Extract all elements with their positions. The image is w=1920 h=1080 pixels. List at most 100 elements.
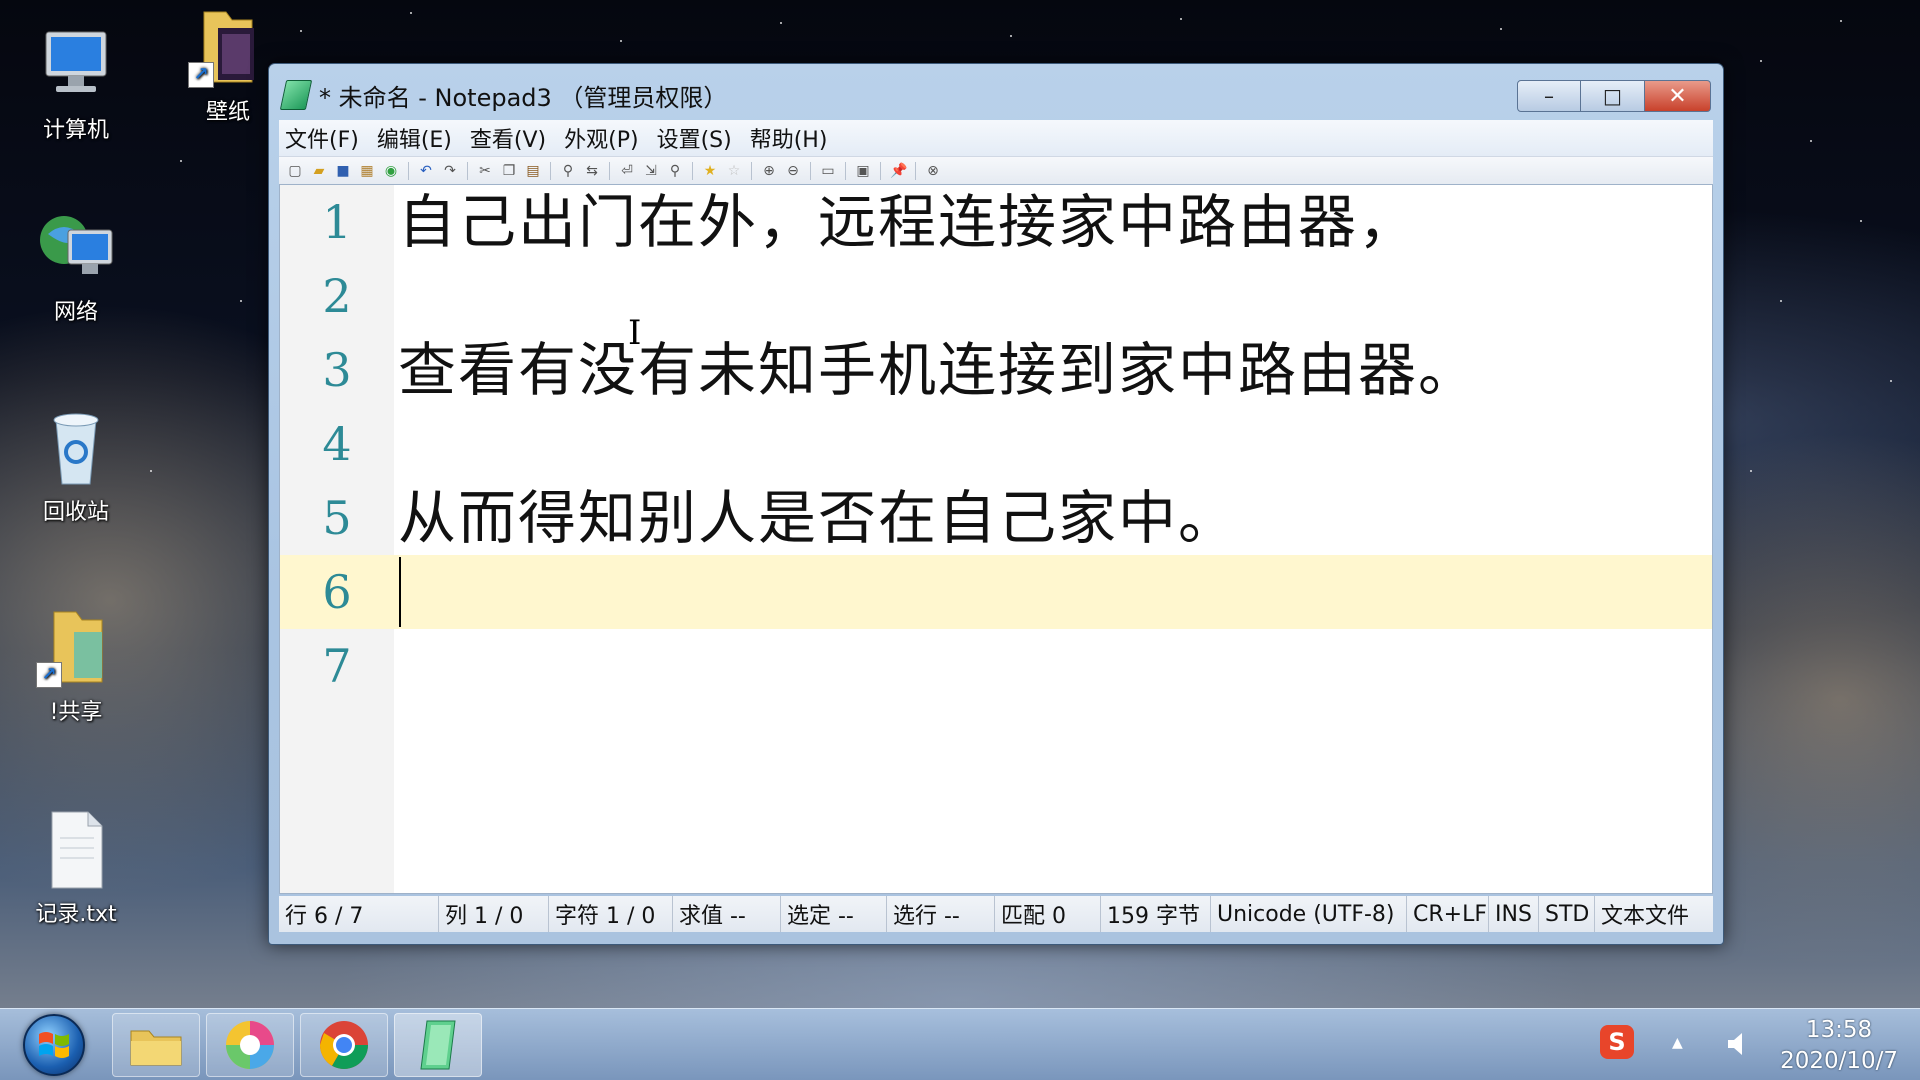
add-favorite-icon[interactable]: ☆ xyxy=(726,163,742,179)
recycle-bin-icon xyxy=(34,406,118,490)
menu-view[interactable]: 查看(V) xyxy=(470,122,546,154)
start-button[interactable] xyxy=(14,1013,94,1077)
scheme-icon[interactable]: ▭ xyxy=(820,163,836,179)
close-button[interactable]: ✕ xyxy=(1645,80,1711,112)
status-chars: 字符 1 / 0 xyxy=(549,896,673,932)
editor-line: 5 从而得知别人是否在自己家中。 xyxy=(280,481,1712,555)
line-number: 5 xyxy=(322,491,352,545)
save-as-icon[interactable]: ▦ xyxy=(359,163,375,179)
copy-icon[interactable]: ❐ xyxy=(501,163,517,179)
status-bar: 行 6 / 7 列 1 / 0 字符 1 / 0 求值 -- 选定 -- 选行 … xyxy=(279,896,1713,932)
zoom-in-icon[interactable]: ⊕ xyxy=(761,163,777,179)
cut-icon[interactable]: ✂ xyxy=(477,163,493,179)
desktop-icon-label: 回收站 xyxy=(42,500,109,525)
menu-settings[interactable]: 设置(S) xyxy=(657,122,732,154)
screen-icon[interactable]: ▣ xyxy=(855,163,871,179)
open-folder-icon[interactable]: ▰ xyxy=(311,163,327,179)
title-bar[interactable]: * 未命名 - Notepad3 （管理员权限） – □ ✕ xyxy=(269,64,1723,120)
folder-shortcut-icon: ↗ xyxy=(186,6,270,90)
status-match: 匹配 0 xyxy=(995,896,1101,932)
zoom-out-icon[interactable]: ⊖ xyxy=(785,163,801,179)
taskbar-chrome[interactable] xyxy=(300,1013,388,1077)
desktop-icon-network[interactable]: 网络 xyxy=(16,206,136,326)
toolbar-separator xyxy=(550,161,551,180)
paste-icon[interactable]: ▤ xyxy=(525,163,541,179)
status-encoding[interactable]: Unicode (UTF-8) xyxy=(1211,896,1407,932)
favorite-star-icon[interactable]: ★ xyxy=(702,163,718,179)
window-title: * 未命名 - Notepad3 （管理员权限） xyxy=(319,84,728,112)
desktop-icon-computer[interactable]: 计算机 xyxy=(16,24,136,144)
status-eol[interactable]: CR+LF xyxy=(1407,896,1489,932)
undo-icon[interactable]: ↶ xyxy=(418,163,434,179)
window-controls: – □ ✕ xyxy=(1517,80,1711,112)
status-selected-lines: 选行 -- xyxy=(887,896,995,932)
ime-sogou-icon[interactable]: S xyxy=(1600,1025,1634,1059)
clock-time: 13:58 xyxy=(1805,1017,1873,1043)
minimize-button[interactable]: – xyxy=(1517,80,1581,112)
toolbar-separator xyxy=(810,161,811,180)
menu-bar: 文件(F) 编辑(E) 查看(V) 外观(P) 设置(S) 帮助(H) xyxy=(279,120,1713,156)
editor-line: 3 查看有没有未知手机连接到家中路由器。 xyxy=(280,333,1712,407)
toolbar: ▢ ▰ ■ ▦ ◉ ↶ ↷ ✂ ❐ ▤ ⚲ ⇆ ⏎ ⇲ ⚲ ★ ☆ ⊕ ⊖ ▭ … xyxy=(279,156,1713,184)
redo-icon[interactable]: ↷ xyxy=(442,163,458,179)
line-number: 6 xyxy=(322,565,352,619)
desktop-icon-label: 网络 xyxy=(53,300,98,325)
windows-logo-icon xyxy=(23,1014,85,1076)
replace-icon[interactable]: ⇆ xyxy=(584,163,600,179)
goto-icon[interactable]: ⇲ xyxy=(643,163,659,179)
save-icon[interactable]: ■ xyxy=(335,163,351,179)
new-file-icon[interactable]: ▢ xyxy=(287,163,303,179)
toolbar-separator xyxy=(915,161,916,180)
folder-shortcut-icon: ↗ xyxy=(34,606,118,690)
desktop-icon-text-file[interactable]: 记录.txt xyxy=(16,808,136,928)
status-std[interactable]: STD xyxy=(1539,896,1595,932)
folder-icon xyxy=(130,1030,182,1066)
menu-help[interactable]: 帮助(H) xyxy=(750,122,828,154)
status-column: 列 1 / 0 xyxy=(439,896,549,932)
line-text: 自己出门在外，远程连接家中路由器， xyxy=(398,188,1419,256)
taskbar-explorer[interactable] xyxy=(112,1013,200,1077)
shortcut-arrow-icon: ↗ xyxy=(188,62,214,88)
taskbar-notepad3[interactable] xyxy=(394,1013,482,1077)
speaker-icon[interactable] xyxy=(1724,1029,1754,1066)
pin-icon[interactable]: 📌 xyxy=(890,163,907,179)
menu-file[interactable]: 文件(F) xyxy=(285,122,359,154)
desktop-icon-recycle-bin[interactable]: 回收站 xyxy=(16,406,136,526)
line-number: 4 xyxy=(322,417,352,471)
taskbar-clock[interactable]: 13:58 2020/10/7 xyxy=(1780,1015,1898,1077)
desktop-icon-label: !共享 xyxy=(49,700,103,725)
word-wrap-icon[interactable]: ⏎ xyxy=(619,163,635,179)
status-selection: 选定 -- xyxy=(781,896,887,932)
toolbar-separator xyxy=(880,161,881,180)
status-filetype[interactable]: 文本文件 xyxy=(1595,896,1703,932)
find-icon[interactable]: ⚲ xyxy=(560,163,576,179)
desktop-icon-share[interactable]: ↗ !共享 xyxy=(16,606,136,726)
chrome-icon xyxy=(320,1021,368,1070)
taskbar-browser[interactable] xyxy=(206,1013,294,1077)
toolbar-separator xyxy=(845,161,846,180)
network-icon xyxy=(34,206,118,290)
notepad3-window: * 未命名 - Notepad3 （管理员权限） – □ ✕ 文件(F) 编辑(… xyxy=(268,63,1724,945)
show-hidden-icons-button[interactable]: ▲ xyxy=(1672,1035,1683,1051)
line-number: 1 xyxy=(322,195,352,249)
menu-appearance[interactable]: 外观(P) xyxy=(564,122,638,154)
editor-line-current: 6 xyxy=(280,555,1712,629)
line-text: 查看有没有未知手机连接到家中路由器。 xyxy=(398,336,1479,404)
editor-area[interactable]: 1 自己出门在外，远程连接家中路由器， 2 3 查看有没有未知手机连接到家中路由… xyxy=(279,184,1713,894)
status-line[interactable]: 行 6 / 7 xyxy=(279,896,439,932)
toolbar-separator xyxy=(692,161,693,180)
status-ins[interactable]: INS xyxy=(1489,896,1539,932)
status-bytes: 159 字节 xyxy=(1101,896,1211,932)
line-number: 7 xyxy=(322,639,352,693)
menu-edit[interactable]: 编辑(E) xyxy=(377,122,452,154)
zoom-search-icon[interactable]: ⚲ xyxy=(667,163,683,179)
text-file-icon xyxy=(34,808,118,892)
clock-date: 2020/10/7 xyxy=(1780,1048,1898,1074)
browse-icon[interactable]: ◉ xyxy=(383,163,399,179)
notepad3-app-icon[interactable] xyxy=(279,80,313,110)
toolbar-separator xyxy=(467,161,468,180)
taskbar: S ▲ 13:58 2020/10/7 xyxy=(0,1008,1920,1080)
exit-icon[interactable]: ⊗ xyxy=(925,163,941,179)
maximize-button[interactable]: □ xyxy=(1581,80,1645,112)
status-eval: 求值 -- xyxy=(673,896,781,932)
